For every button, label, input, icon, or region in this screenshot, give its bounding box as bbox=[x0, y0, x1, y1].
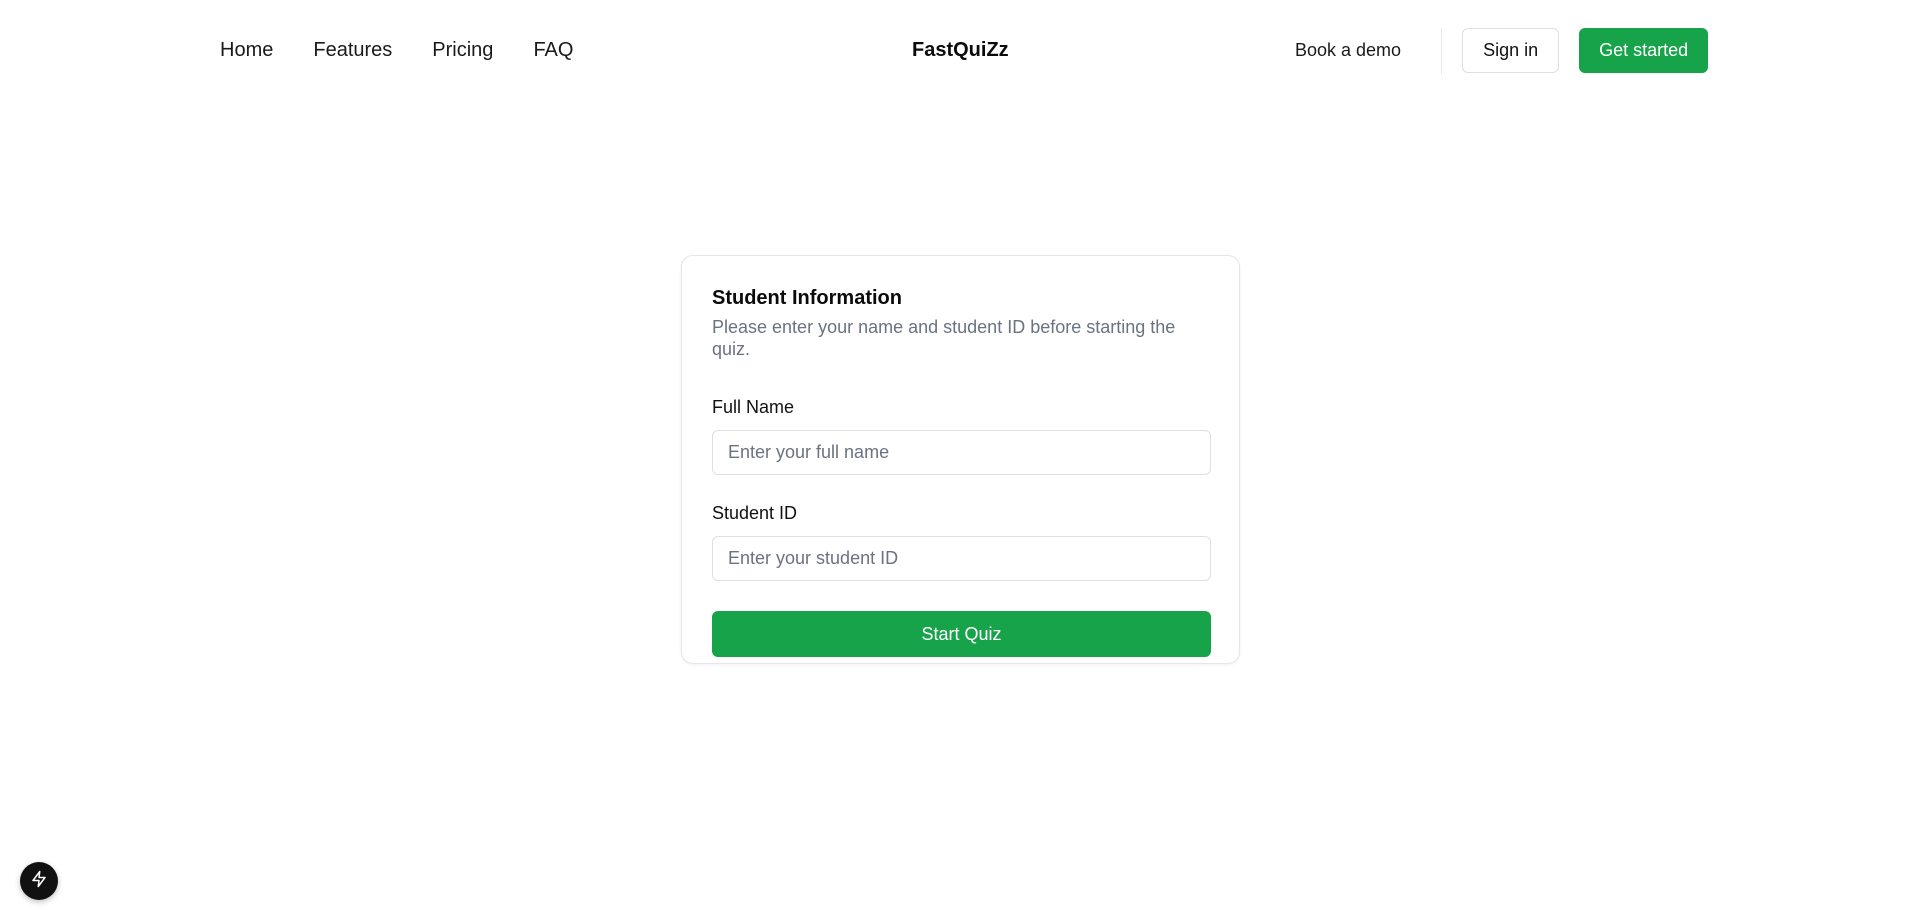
dev-tools-button[interactable] bbox=[20, 862, 58, 900]
lightning-icon bbox=[30, 870, 48, 893]
card-subtitle: Please enter your name and student ID be… bbox=[712, 317, 1176, 359]
student-id-label: Student ID bbox=[712, 503, 798, 523]
start-quiz-button[interactable]: Start Quiz bbox=[712, 611, 1211, 657]
page: Home Features Pricing FAQ FastQuiZz Book… bbox=[0, 0, 1919, 918]
full-name-label: Full Name bbox=[712, 397, 795, 417]
nav-link-home[interactable]: Home bbox=[220, 38, 273, 62]
student-info-card: Student Information Please enter your na… bbox=[681, 255, 1240, 664]
sign-in-button[interactable]: Sign in bbox=[1462, 28, 1560, 73]
full-name-input[interactable] bbox=[712, 430, 1211, 475]
card-title: Student Information bbox=[712, 287, 902, 309]
nav-link-pricing[interactable]: Pricing bbox=[432, 38, 493, 62]
get-started-button[interactable]: Get started bbox=[1579, 28, 1709, 73]
brand-logo[interactable]: FastQuiZz bbox=[912, 38, 1009, 62]
main-nav: Home Features Pricing FAQ bbox=[220, 38, 573, 62]
student-id-input[interactable] bbox=[712, 536, 1211, 581]
header-actions: Book a demo Sign in Get started bbox=[1273, 27, 1709, 74]
nav-link-faq[interactable]: FAQ bbox=[533, 38, 573, 62]
book-demo-link[interactable]: Book a demo bbox=[1273, 28, 1423, 73]
site-header: Home Features Pricing FAQ FastQuiZz Book… bbox=[0, 0, 1919, 100]
header-divider bbox=[1441, 27, 1443, 74]
nav-link-features[interactable]: Features bbox=[313, 38, 392, 62]
